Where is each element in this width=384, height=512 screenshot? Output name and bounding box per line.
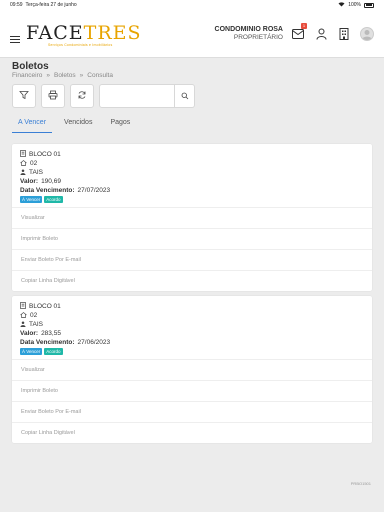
acordo-badge: Acordo [44, 196, 63, 203]
page-title: Boletos [12, 61, 49, 72]
acordo-badge: Acordo [44, 348, 63, 355]
breadcrumb-consulta: Consulta [87, 72, 113, 79]
home-icon [20, 159, 27, 168]
breadcrumb-separator: » [79, 72, 84, 79]
person-icon [20, 169, 26, 177]
battery-icon [364, 2, 374, 8]
avatar[interactable] [360, 26, 374, 41]
notification-badge: 1 [301, 22, 307, 29]
logo-text-a: FACE [26, 22, 84, 44]
enviar-email-button[interactable]: Enviar Boleto Por E-mail [12, 401, 372, 422]
unidade-label: 02 [30, 312, 38, 319]
visualizar-button[interactable]: Visualizar [12, 359, 372, 380]
hamburger-menu-icon[interactable] [10, 35, 20, 44]
vencimento-value: 27/07/2023 [77, 187, 111, 194]
toolbar [12, 84, 195, 108]
nome-label: TAIS [29, 169, 43, 176]
imprimir-boleto-button[interactable]: Imprimir Boleto [12, 228, 372, 249]
vencimento-label: Data Vencimento: [20, 339, 75, 346]
building-small-icon [20, 150, 26, 159]
home-icon [20, 311, 27, 320]
logo: FACETRES Serviços Condominiais e Imobili… [26, 22, 142, 48]
bloco-label: BLOCO 01 [29, 151, 61, 158]
enviar-email-button[interactable]: Enviar Boleto Por E-mail [12, 249, 372, 270]
copiar-linha-button[interactable]: Copiar Linha Digitável [12, 270, 372, 291]
printer-icon [48, 87, 58, 105]
imprimir-boleto-button[interactable]: Imprimir Boleto [12, 380, 372, 401]
condo-role: PROPRIETÁRIO [233, 34, 283, 41]
status-time: 09:59 [10, 2, 23, 8]
boleto-card: BLOCO 01 02 TAIS Valor: 283,55 Data Venc… [12, 296, 372, 443]
breadcrumb-boletos[interactable]: Boletos [54, 72, 76, 79]
condo-name: CONDOMINIO ROSA [214, 26, 283, 33]
wifi-icon [338, 1, 345, 9]
boleto-card: BLOCO 01 02 TAIS Valor: 190,69 Data Venc… [12, 144, 372, 291]
tabs: A Vencer Vencidos Pagos [12, 113, 142, 133]
filter-button[interactable] [12, 84, 36, 108]
vencimento-label: Data Vencimento: [20, 187, 75, 194]
breadcrumb-separator: » [46, 72, 50, 79]
user-icon[interactable] [314, 27, 328, 41]
tab-vencidos[interactable]: Vencidos [58, 113, 98, 133]
building-small-icon [20, 302, 26, 311]
battery-text: 100% [348, 2, 361, 8]
valor-value: 190,69 [41, 178, 61, 185]
valor-label: Valor: [20, 330, 39, 337]
status-bar: 09:59 Terça-feira 27 de junho 100% [0, 0, 384, 10]
valor-value: 283,55 [41, 330, 61, 337]
status-badge: À Vencer [20, 348, 43, 355]
search-group [99, 84, 195, 108]
logo-text-b: TRES [83, 22, 142, 44]
breadcrumb: Financeiro » Boletos » Consulta [12, 72, 113, 79]
vencimento-value: 27/06/2023 [77, 339, 111, 346]
search-button[interactable] [175, 84, 195, 108]
tab-a-vencer[interactable]: A Vencer [12, 113, 53, 133]
valor-label: Valor: [20, 178, 39, 185]
status-date: Terça-feira 27 de junho [25, 2, 77, 8]
building-icon[interactable] [337, 27, 351, 41]
status-badge: À Vencer [20, 196, 43, 203]
unidade-label: 02 [30, 160, 38, 167]
visualizar-button[interactable]: Visualizar [12, 207, 372, 228]
refresh-icon [77, 87, 87, 105]
mail-icon[interactable]: 1 [291, 22, 307, 41]
print-button[interactable] [41, 84, 65, 108]
condo-info[interactable]: CONDOMINIO ROSA PROPRIETÁRIO [215, 26, 283, 41]
copiar-linha-button[interactable]: Copiar Linha Digitável [12, 422, 372, 443]
search-input[interactable] [99, 84, 175, 108]
bloco-label: BLOCO 01 [29, 303, 61, 310]
filter-icon [19, 87, 29, 105]
search-icon [181, 87, 189, 105]
person-icon [20, 321, 26, 329]
app-header: FACETRES Serviços Condominiais e Imobili… [0, 10, 384, 58]
screen-code: PRBO1501 [350, 481, 371, 486]
logo-subtitle: Serviços Condominiais e Imobiliários [48, 43, 113, 47]
breadcrumb-financeiro[interactable]: Financeiro [12, 72, 42, 79]
tab-pagos[interactable]: Pagos [104, 113, 136, 133]
nome-label: TAIS [29, 321, 43, 328]
refresh-button[interactable] [70, 84, 94, 108]
